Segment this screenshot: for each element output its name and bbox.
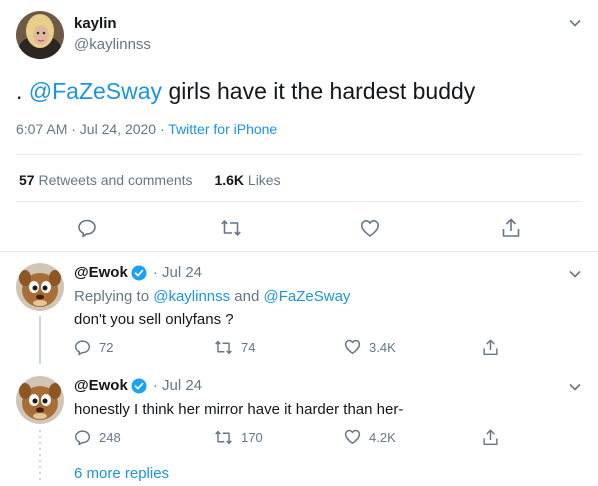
thread-connector-dots: [39, 430, 41, 482]
likes-count: 1.6K: [214, 172, 245, 188]
retweets-label: Retweets and comments: [38, 172, 193, 188]
heart-icon: [344, 339, 361, 355]
share-icon: [483, 429, 498, 446]
heart-icon: [361, 220, 379, 237]
reply-button[interactable]: 248: [74, 429, 121, 446]
tweet-text-prefix: .: [16, 78, 29, 104]
like-count: 4.2K: [369, 429, 396, 445]
tweet-mention-link[interactable]: @FaZeSway: [29, 78, 162, 104]
reply-avatar[interactable]: [16, 376, 64, 424]
retweets-count: 57: [19, 172, 35, 188]
replying-to-and: and: [230, 288, 264, 305]
reply-author-name[interactable]: @Ewok: [74, 264, 128, 281]
like-count: 3.4K: [369, 339, 396, 355]
divider: [16, 154, 582, 155]
retweets-stat[interactable]: 57 Retweets and comments: [19, 172, 193, 188]
divider: [0, 251, 598, 252]
reply-author-name[interactable]: @Ewok: [74, 377, 128, 394]
share-button[interactable]: [482, 428, 499, 447]
tweet-text: . @FaZeSway girls have it the hardest bu…: [16, 76, 475, 106]
share-button[interactable]: [501, 217, 521, 239]
verified-badge-icon: [131, 378, 147, 393]
reply-count: 72: [99, 340, 114, 355]
likes-stat[interactable]: 1.6K Likes: [214, 172, 280, 188]
reply-menu-chevron-icon[interactable]: [568, 380, 582, 394]
reply-icon: [74, 430, 91, 446]
reply-button[interactable]: 72: [74, 339, 113, 356]
reply-text: don't you sell onlyfans ?: [74, 311, 234, 328]
replying-to-prefix: Replying to: [74, 288, 154, 305]
thread-connector-line: [39, 316, 41, 364]
tweet-source-link[interactable]: Twitter for iPhone: [168, 121, 277, 137]
like-button[interactable]: 4.2K: [344, 429, 396, 445]
like-button[interactable]: 3.4K: [344, 339, 396, 355]
retweet-icon: [221, 220, 241, 236]
tweet-menu-chevron-icon[interactable]: [568, 16, 582, 30]
author-avatar[interactable]: [16, 11, 64, 59]
replying-to-link[interactable]: @kaylinnss: [153, 288, 230, 305]
retweet-icon: [215, 340, 232, 355]
retweet-button[interactable]: 170: [214, 429, 263, 446]
tweet-stats: 57 Retweets and comments 1.6K Likes: [19, 172, 281, 188]
like-button[interactable]: [360, 219, 380, 238]
reply-icon: [78, 219, 96, 238]
share-icon: [483, 339, 498, 356]
share-button[interactable]: [482, 338, 499, 357]
reply-date[interactable]: · Jul 24: [153, 377, 202, 394]
reply-header: @Ewok · Jul 24: [74, 377, 202, 394]
retweet-count: 170: [241, 430, 263, 445]
replying-to-link[interactable]: @FaZeSway: [264, 288, 351, 305]
tweet-timestamp[interactable]: 6:07 AM · Jul 24, 2020 ·: [16, 121, 168, 137]
reply-icon: [74, 340, 91, 356]
retweet-button[interactable]: 74: [214, 339, 255, 356]
reply-menu-chevron-icon[interactable]: [568, 267, 582, 281]
replying-to: Replying to @kaylinnss and @FaZeSway: [74, 288, 350, 305]
reply-header: @Ewok · Jul 24: [74, 264, 202, 281]
reply-avatar[interactable]: [16, 263, 64, 311]
tweet-text-body: girls have it the hardest buddy: [162, 78, 476, 104]
more-replies-link[interactable]: 6 more replies: [74, 465, 169, 482]
reply-count: 248: [99, 430, 121, 445]
reply-date[interactable]: · Jul 24: [153, 264, 202, 281]
likes-label: Likes: [247, 172, 281, 188]
verified-badge-icon: [131, 265, 147, 280]
retweet-button[interactable]: [220, 218, 242, 238]
retweet-count: 74: [241, 340, 256, 355]
author-display-name[interactable]: kaylin: [74, 15, 117, 32]
share-icon: [502, 218, 520, 237]
reply-button[interactable]: [77, 218, 97, 238]
reply-text: honestly I think her mirror have it hard…: [74, 401, 404, 418]
author-handle[interactable]: @kaylinnss: [74, 36, 151, 53]
heart-icon: [344, 429, 361, 445]
divider: [16, 201, 582, 202]
tweet-meta: 6:07 AM · Jul 24, 2020 · Twitter for iPh…: [16, 121, 277, 137]
retweet-icon: [215, 430, 232, 445]
